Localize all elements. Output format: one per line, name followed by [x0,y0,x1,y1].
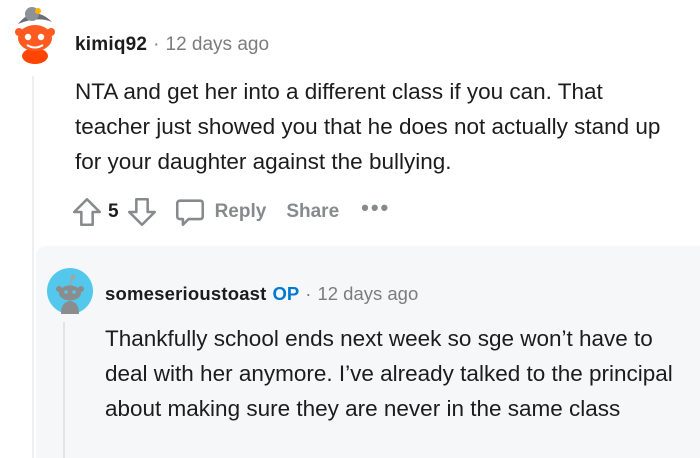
comment-actions: 5 Reply Share ••• [70,192,390,232]
separator-dot: · [153,34,160,55]
comment-body: NTA and get her into a different class i… [75,79,661,174]
comment-author-avatar[interactable] [8,2,60,64]
reply-body: Thankfully school ends next week so sge … [105,326,673,421]
more-options-button[interactable]: ••• [361,197,390,219]
upvote-arrow-icon [72,197,102,227]
share-button[interactable]: Share [286,201,339,223]
speech-bubble-icon [175,199,204,227]
reply-author-avatar[interactable] [47,268,93,314]
reply-button[interactable]: Reply [173,195,267,229]
op-badge: OP [272,283,300,304]
reply-label: Reply [214,201,267,222]
snoo-avatar-icon [9,7,59,64]
reply-thread-line[interactable] [63,322,65,458]
downvote-button[interactable] [125,195,159,229]
reply-username[interactable]: someserioustoast [105,283,267,304]
reply-header: someserioustoast OP · 12 days ago [105,283,418,305]
upvote-button[interactable] [70,195,104,229]
share-label: Share [286,201,340,222]
comment-header: kimiq92 · 12 days ago [75,34,269,56]
vote-score: 5 [108,201,119,222]
downvote-arrow-icon [127,197,156,227]
reply-timestamp[interactable]: 12 days ago [317,283,418,304]
ellipsis-icon: ••• [361,195,391,220]
snoo-avatar-icon [47,268,93,314]
comment-username[interactable]: kimiq92 [75,34,147,55]
comment-timestamp[interactable]: 12 days ago [166,34,270,55]
separator-dot: · [305,283,312,304]
thread-line[interactable] [32,76,34,458]
